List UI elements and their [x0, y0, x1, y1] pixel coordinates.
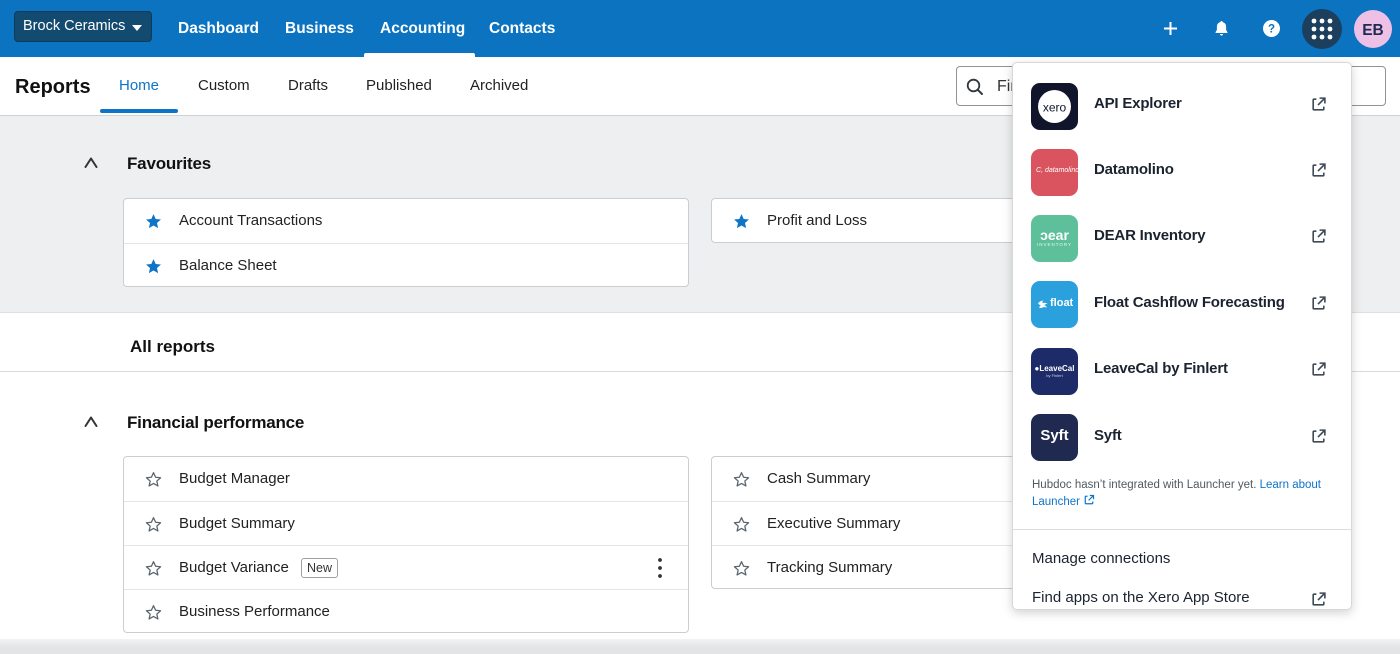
svg-text:xero: xero: [1043, 101, 1067, 115]
svg-text:EB: EB: [1362, 21, 1384, 38]
svg-text:?: ?: [1267, 24, 1274, 36]
